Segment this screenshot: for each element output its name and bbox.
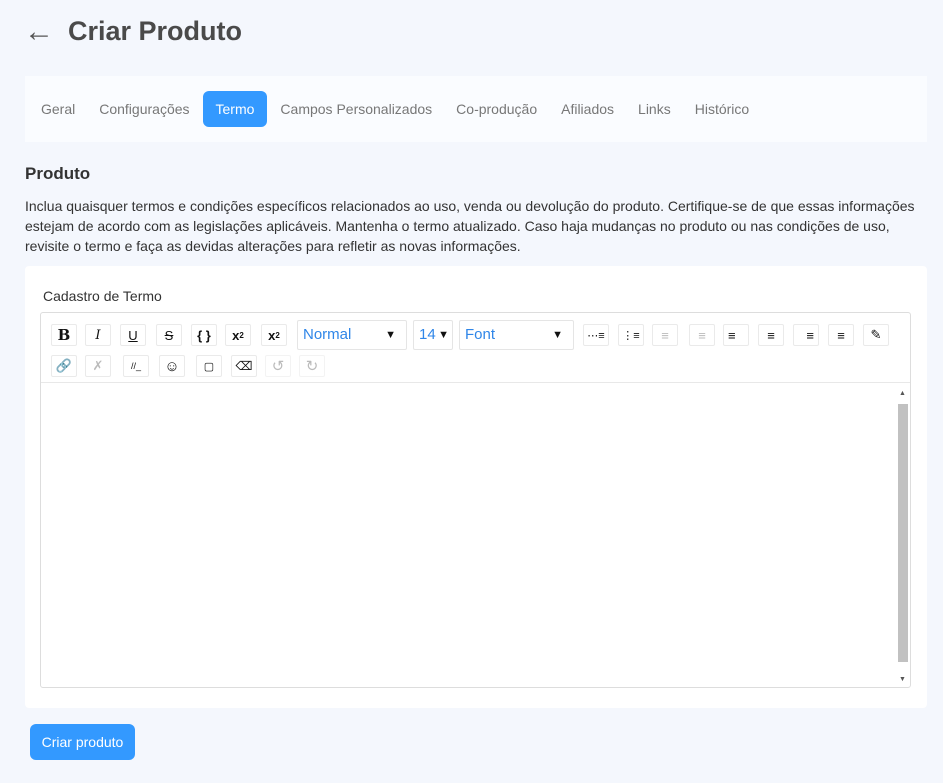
tab-co-producao[interactable]: Co-produção [445, 91, 548, 127]
subscript-icon[interactable]: x2 [261, 324, 287, 346]
align-left-icon[interactable]: ≡ [723, 324, 749, 346]
ordered-list-icon[interactable]: ⋮≡ [618, 324, 644, 346]
section-description: Inclua quaisquer termos e condições espe… [25, 198, 915, 254]
term-card: Cadastro de Termo B I U S { } x2 x2 Norm… [25, 266, 927, 708]
tab-termo[interactable]: Termo [202, 91, 268, 127]
scroll-down-icon[interactable]: ▼ [899, 676, 906, 683]
tab-bar: Geral Configurações Termo Campos Persona… [25, 76, 927, 142]
unordered-list-icon[interactable]: ⋯≡ [583, 324, 609, 346]
color-picker-icon[interactable]: ✎ [863, 324, 889, 346]
scrollbar-thumb[interactable] [898, 404, 908, 662]
italic-icon[interactable]: I [85, 324, 111, 346]
caret-down-icon: ▼ [438, 329, 449, 341]
image-icon[interactable]: ▢ [196, 355, 222, 377]
scroll-up-icon[interactable]: ▲ [899, 390, 906, 397]
superscript-icon[interactable]: x2 [225, 324, 251, 346]
align-right-icon[interactable]: ≡ [793, 324, 819, 346]
create-product-button[interactable]: Criar produto [30, 724, 135, 760]
strikethrough-icon[interactable]: S [156, 324, 182, 346]
embed-icon[interactable]: //_ [123, 355, 149, 377]
font-family-select[interactable]: Font ▼ [459, 320, 574, 350]
code-icon[interactable]: { } [191, 324, 217, 346]
underline-icon[interactable]: U [120, 324, 146, 346]
editor-content[interactable] [41, 383, 910, 686]
section-title: Produto [25, 164, 91, 183]
tab-campos-personalizados[interactable]: Campos Personalizados [269, 91, 443, 127]
indent-icon[interactable]: ≡ [652, 324, 678, 346]
tab-geral[interactable]: Geral [30, 91, 86, 127]
tab-afiliados[interactable]: Afiliados [550, 91, 625, 127]
unlink-icon[interactable]: ✗ [85, 355, 111, 377]
rich-text-editor: B I U S { } x2 x2 Normal ▼ 14 ▼ Font ▼ ⋯≡ ⋮… [40, 312, 911, 688]
font-size-select[interactable]: 14 ▼ [413, 320, 453, 350]
bold-icon[interactable]: B [51, 324, 77, 346]
emoji-icon[interactable]: ☺ [159, 355, 185, 377]
back-arrow-icon[interactable]: ← [24, 16, 54, 47]
editor-toolbar: B I U S { } x2 x2 Normal ▼ 14 ▼ Font ▼ ⋯≡ ⋮… [41, 313, 910, 383]
editor-scrollbar[interactable]: ▲ ▼ [897, 385, 909, 687]
page-title: Criar Produto [68, 16, 243, 46]
tab-links[interactable]: Links [627, 91, 682, 127]
eraser-icon[interactable]: ⌫ [231, 355, 257, 377]
redo-icon[interactable]: ↻ [299, 355, 325, 377]
outdent-icon[interactable]: ≡ [689, 324, 715, 346]
caret-down-icon: ▼ [385, 329, 396, 341]
tab-configuracoes[interactable]: Configurações [88, 91, 200, 127]
link-icon[interactable]: 🔗 [51, 355, 77, 377]
align-justify-icon[interactable]: ≡ [828, 324, 854, 346]
align-center-icon[interactable]: ≡ [758, 324, 784, 346]
undo-icon[interactable]: ↺ [265, 355, 291, 377]
heading-select[interactable]: Normal ▼ [297, 320, 407, 350]
caret-down-icon: ▼ [552, 329, 563, 341]
editor-label: Cadastro de Termo [43, 288, 162, 304]
page-header: ← Criar Produto [24, 16, 242, 47]
tab-historico[interactable]: Histórico [684, 91, 760, 127]
